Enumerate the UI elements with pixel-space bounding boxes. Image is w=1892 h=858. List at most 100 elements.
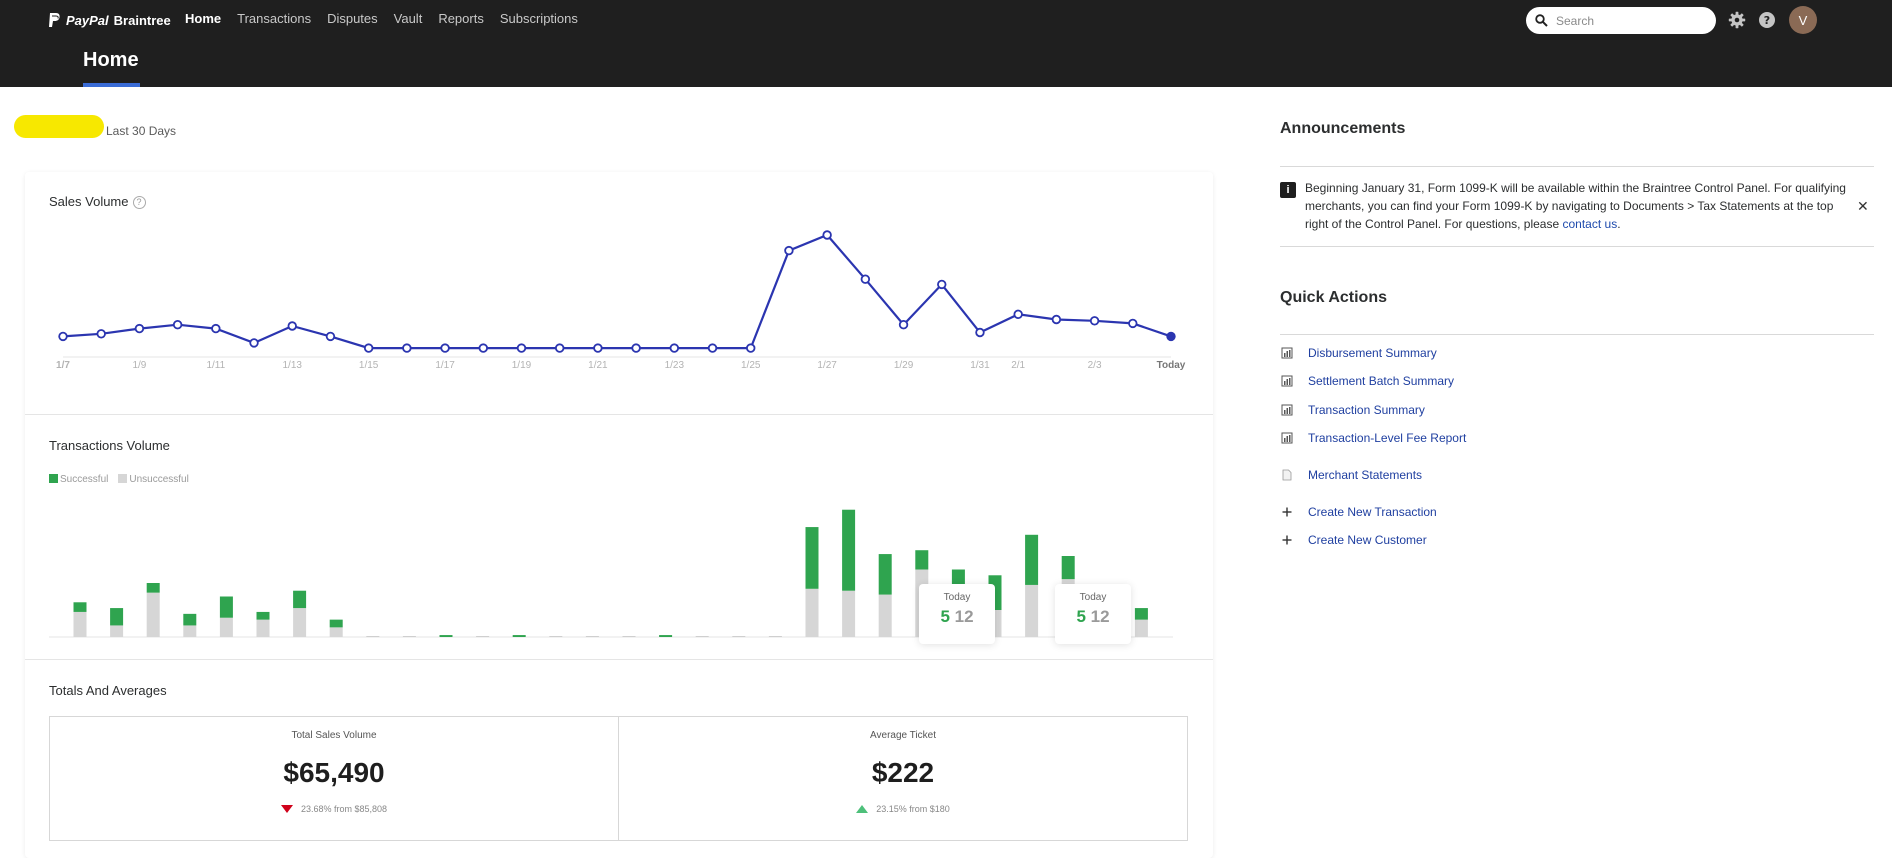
divider (1280, 246, 1874, 247)
contact-us-link[interactable]: contact us (1563, 217, 1618, 231)
bar-unsuccessful[interactable] (293, 608, 307, 637)
nav-disputes[interactable]: Disputes (327, 11, 378, 26)
bar-successful[interactable] (219, 596, 233, 618)
bar-successful[interactable] (73, 602, 87, 612)
quick-action-item[interactable]: Disbursement Summary (1281, 346, 1437, 360)
bar-successful[interactable] (805, 527, 819, 589)
report-icon (1281, 347, 1293, 359)
nav-reports[interactable]: Reports (438, 11, 484, 26)
quick-action-label[interactable]: Create New Transaction (1308, 505, 1437, 519)
announcement: i Beginning January 31, Form 1099-K will… (1280, 179, 1874, 233)
bar-unsuccessful[interactable] (183, 625, 197, 637)
quick-action-item[interactable]: Transaction Summary (1281, 403, 1425, 417)
quick-action-label[interactable]: Disbursement Summary (1308, 346, 1437, 360)
average-ticket-change-text: 23.15% from $180 (876, 804, 950, 814)
gear-icon[interactable] (1728, 11, 1746, 29)
brand-braintree: Braintree (113, 12, 171, 28)
brand-logo[interactable]: PayPal Braintree (47, 12, 171, 28)
bar-successful[interactable] (183, 613, 197, 626)
search-input[interactable] (1556, 13, 1706, 28)
search-icon (1535, 14, 1548, 27)
bar-empty (549, 636, 563, 637)
bar-unsuccessful[interactable] (805, 588, 819, 637)
bar-successful[interactable] (1061, 556, 1075, 580)
quick-action-label[interactable]: Settlement Batch Summary (1308, 374, 1454, 388)
bar-empty (476, 636, 490, 637)
bar-unsuccessful[interactable] (1134, 619, 1148, 637)
arrow-down-icon (280, 805, 293, 813)
bar-successful[interactable] (659, 635, 673, 637)
bar-successful[interactable] (293, 590, 307, 609)
arrow-up-icon (856, 805, 869, 813)
bar-successful[interactable] (878, 554, 892, 595)
quick-action-item[interactable]: Merchant Statements (1281, 468, 1422, 482)
bar-successful[interactable] (110, 608, 124, 626)
total-sales-change: 23.68% from $85,808 (50, 804, 618, 814)
tooltip-values: 5 12 (1055, 607, 1131, 627)
bar-empty (732, 636, 746, 637)
bar-successful[interactable] (146, 583, 160, 593)
bar-successful[interactable] (842, 509, 856, 591)
quick-action-item[interactable]: Settlement Batch Summary (1281, 374, 1454, 388)
quick-actions-title: Quick Actions (1280, 289, 1387, 306)
bar-unsuccessful[interactable] (842, 590, 856, 637)
total-sales-label: Total Sales Volume (291, 730, 377, 741)
bar-successful[interactable] (329, 619, 343, 628)
quick-action-item[interactable]: Transaction-Level Fee Report (1281, 431, 1466, 445)
total-sales-value: $65,490 (283, 757, 385, 788)
totals-table: Total Sales Volume $65,490 23.68% from $… (49, 716, 1188, 841)
announcement-text: Beginning January 31, Form 1099-K will b… (1305, 179, 1860, 233)
bar-unsuccessful[interactable] (146, 592, 160, 637)
info-icon: i (1280, 182, 1296, 198)
tooltip-total: 12 (954, 607, 974, 626)
dashboard-card: Sales Volume? 1/7 1/9 1/11 1/13 1/15 1/17 1/19… (25, 172, 1213, 858)
main-nav: Home Transactions Disputes Vault Reports… (185, 11, 594, 26)
nav-home[interactable]: Home (185, 11, 221, 26)
page-title: Home (83, 49, 139, 71)
bar-successful[interactable] (439, 635, 453, 637)
quick-action-item[interactable]: Create New Customer (1281, 533, 1427, 547)
bar-empty (622, 636, 636, 637)
total-sales-change-text: 23.68% from $85,808 (300, 804, 388, 814)
bar-empty (402, 636, 416, 637)
bar-unsuccessful[interactable] (1025, 584, 1039, 637)
bar-successful[interactable] (1025, 534, 1039, 585)
bar-unsuccessful[interactable] (219, 617, 233, 637)
help-icon[interactable]: ? (1758, 11, 1776, 29)
tooltip-successful: 5 (1076, 607, 1086, 626)
bar-unsuccessful[interactable] (73, 611, 87, 637)
bar-successful[interactable] (915, 550, 929, 570)
report-icon (1281, 404, 1293, 416)
document-icon (1282, 469, 1292, 481)
quick-action-label[interactable]: Create New Customer (1308, 533, 1427, 547)
bar-empty (585, 636, 599, 637)
tooltip-values: 5 12 (919, 607, 995, 627)
nav-subscriptions[interactable]: Subscriptions (500, 11, 578, 26)
average-ticket-change: 23.15% from $180 (619, 804, 1187, 814)
announcements-title: Announcements (1280, 120, 1406, 137)
bar-unsuccessful[interactable] (329, 627, 343, 637)
quick-action-label[interactable]: Transaction Summary (1308, 403, 1425, 417)
divider (1280, 334, 1874, 335)
bar-successful[interactable] (256, 611, 270, 620)
quick-action-label[interactable]: Transaction-Level Fee Report (1308, 431, 1466, 445)
nav-vault[interactable]: Vault (394, 11, 423, 26)
report-icon (1281, 375, 1293, 387)
close-icon[interactable]: ✕ (1857, 198, 1869, 215)
nav-transactions[interactable]: Transactions (237, 11, 311, 26)
total-sales-volume: Total Sales Volume $65,490 23.68% from $… (50, 717, 618, 840)
bar-unsuccessful[interactable] (110, 625, 124, 637)
period-label: Last 30 Days (106, 124, 177, 138)
quick-action-label[interactable]: Merchant Statements (1308, 468, 1422, 482)
top-bar: PayPal Braintree Home Transactions Dispu… (0, 0, 1892, 87)
bar-empty (366, 636, 380, 637)
quick-action-item[interactable]: Create New Transaction (1281, 505, 1437, 519)
search-box[interactable] (1526, 7, 1716, 34)
bar-unsuccessful[interactable] (256, 619, 270, 637)
bar-unsuccessful[interactable] (878, 594, 892, 637)
bar-successful[interactable] (1134, 608, 1148, 620)
avatar[interactable]: V (1789, 6, 1817, 34)
bar-successful[interactable] (512, 635, 526, 637)
report-icon (1281, 432, 1293, 444)
bar-empty (768, 636, 782, 637)
